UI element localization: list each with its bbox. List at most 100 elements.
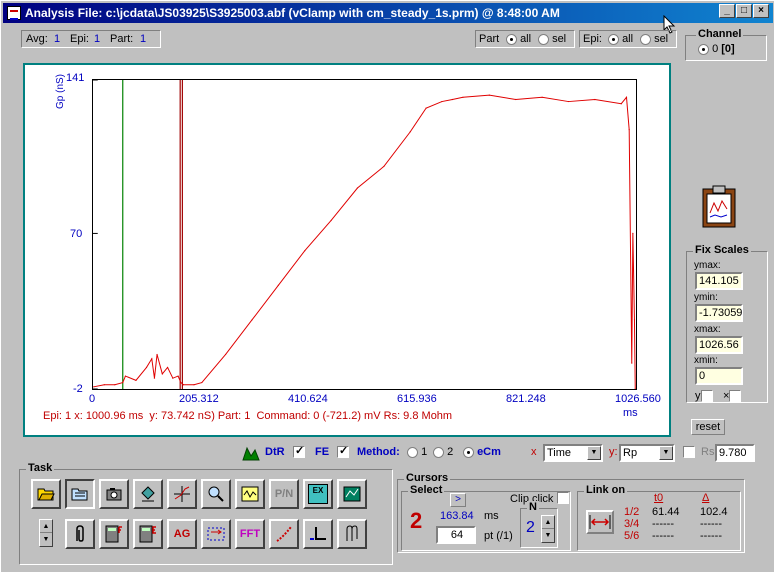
ymax-input[interactable]: 141.105 [695,272,743,290]
clipboard-icon[interactable] [701,185,737,229]
fit-button[interactable] [269,519,299,549]
n-up-icon[interactable]: ▲ [542,516,554,529]
epi-sel-radio[interactable]: sel [640,33,668,45]
link-arrows-icon [589,515,611,529]
method-2-radio[interactable]: 2 [433,446,453,458]
close-button[interactable]: × [753,4,769,18]
x-tick-label: 615.936 [397,393,437,405]
open-folder-button[interactable] [31,479,61,509]
trace-point [153,377,156,379]
crosshair-button[interactable] [167,479,197,509]
channel-group: Channel 0 [0] [685,28,767,61]
loop-button[interactable] [201,519,231,549]
dtr-checkbox[interactable] [293,444,305,458]
select-next-button[interactable]: > [450,493,466,507]
curve-fit-icon [276,526,292,542]
trace-point [462,96,464,98]
export-button[interactable]: EX [303,479,333,509]
y-lock-checkbox[interactable]: y [695,390,713,403]
calc-f-button[interactable] [99,519,129,549]
y-tick-mid: 70 [70,228,83,240]
x-select-label: x [531,446,537,458]
n-spinner[interactable]: ▲ ▼ [541,515,555,543]
epi-label: Epi: [70,33,89,45]
clip-bundle-button[interactable] [337,519,367,549]
y-axis-select[interactable]: Rp ▼ [619,444,675,462]
baseline-button[interactable] [303,519,333,549]
n-down-icon[interactable]: ▼ [542,529,554,542]
trace-point [251,319,253,321]
trace-point [193,384,195,386]
chart-button[interactable] [337,479,367,509]
method-ecm-radio[interactable]: eCm [463,446,501,458]
part-value: 1 [140,33,147,45]
selected-cursor-number: 2 [410,508,423,533]
fe-checkbox[interactable] [337,444,349,458]
method-1-radio[interactable]: 1 [407,446,427,458]
pn-button[interactable]: P/N [269,479,299,509]
link-row-t0: ------ [652,518,674,530]
clip-click-checkbox[interactable] [557,492,569,504]
channel-radio[interactable]: 0 [0] [698,43,735,55]
magnifier-icon [208,486,224,502]
x-lock-checkbox[interactable]: × [723,390,742,403]
trace-window-icon [241,486,259,502]
open-file-button[interactable] [65,479,95,509]
export-icon: EX [308,484,328,504]
trace-point [632,232,634,235]
cursor-pt-input[interactable]: 64 [436,526,476,544]
trace-view-button[interactable] [235,479,265,509]
crosshair-icon [174,486,190,502]
t0-header: t0 [654,492,664,504]
zoom-button[interactable] [201,479,231,509]
rs-checkbox[interactable] [683,446,695,458]
minimize-button[interactable]: _ [719,4,735,18]
x-axis-select[interactable]: Time ▼ [543,444,603,462]
ag-button[interactable]: AG [167,519,197,549]
plot-area[interactable] [92,79,637,390]
link-row-t0: ------ [652,530,674,542]
trace-point [409,131,411,133]
trace-point [166,366,169,369]
ymin-input[interactable]: -1.73059 [695,304,743,322]
fft-button[interactable]: FFT [235,519,265,549]
epi-all-radio[interactable]: all [608,33,633,45]
link-row-t0: 61.44 [652,506,680,518]
part-sel-radio[interactable]: sel [538,33,566,45]
reset-button[interactable]: reset [691,419,725,435]
link-row-pair: 1/2 [624,506,640,518]
chevron-down-icon: ▼ [659,446,673,460]
trace-point [182,384,185,386]
task-title: Task [26,462,55,474]
trace-point [330,219,332,222]
xmin-input[interactable]: 0 [695,367,743,385]
fe-label: FE [315,446,330,458]
spinner-up-icon[interactable]: ▲ [40,520,52,533]
calc-e-button[interactable] [133,519,163,549]
link-row-delta: ------ [700,518,722,530]
title-bar[interactable]: Analysis File: c:\jcdata\JS03925\S392500… [3,3,773,23]
folder-open-icon [37,488,55,501]
link-on-title: Link on [584,484,628,496]
chevron-down-icon: ▼ [587,446,601,460]
loop-arrows-icon [207,527,225,541]
paperclip-button[interactable] [65,519,95,549]
part-all-radio[interactable]: all [506,33,531,45]
camera-button[interactable] [99,479,129,509]
maximize-button[interactable]: □ [736,4,752,18]
calculator-f-icon [105,525,122,543]
bucket-button[interactable] [133,479,163,509]
link-row-pair: 3/4 [624,518,640,530]
ymin-label: ymin: [694,292,718,303]
dtr-icon[interactable] [241,444,261,462]
rs-input[interactable]: 9.780 [715,444,755,462]
link-row-delta: ------ [700,530,722,542]
trace-point [620,103,622,105]
status-line: Epi: 1 x: 1000.96 ms y: 73.742 nS) Part:… [43,410,452,422]
spinner-down-icon[interactable]: ▼ [40,533,52,546]
xmax-input[interactable]: 1026.56 [695,336,743,354]
trace-point [425,107,427,109]
link-toggle-button[interactable] [586,510,614,534]
task-spinner[interactable]: ▲ ▼ [39,519,53,547]
link-row-pair: 5/6 [624,530,640,542]
